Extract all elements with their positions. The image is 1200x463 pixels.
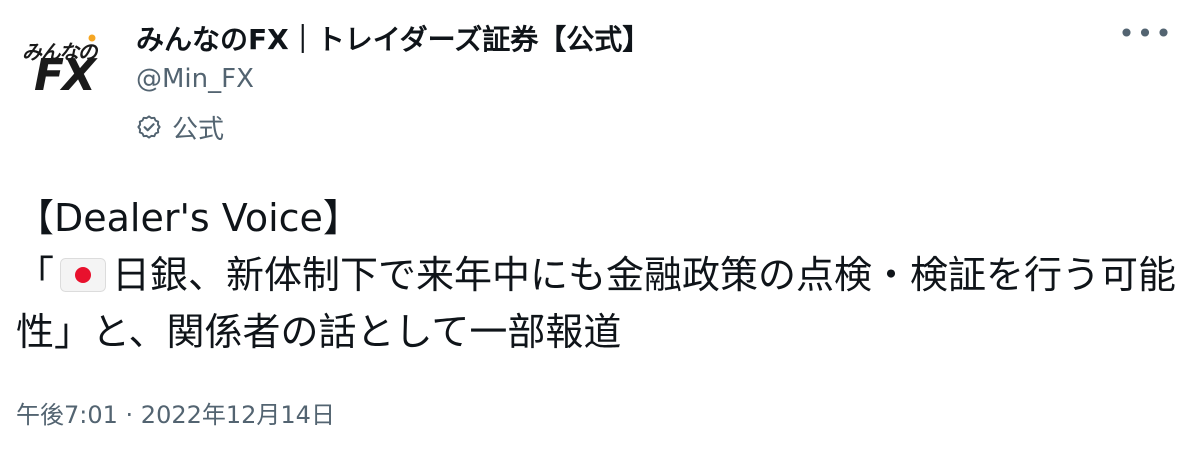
avatar-logo-fx: FX: [34, 50, 96, 101]
japan-flag-icon: [60, 258, 107, 292]
official-badge-icon: [137, 115, 161, 139]
official-badge: 公式: [136, 110, 225, 145]
quote-open: 「: [16, 253, 55, 297]
tweet-text: 【Dealer's Voice】 「日銀、新体制下で来年中にも金融政策の点検・検…: [16, 190, 1186, 361]
meta-separator: ·: [117, 401, 141, 429]
more-options-icon: •••: [1118, 17, 1174, 50]
tweet-time[interactable]: 午後7:01: [16, 401, 118, 429]
tweet-body: 日銀、新体制下で来年中にも金融政策の点検・検証を行う可能性」と、関係者の話として…: [16, 253, 1177, 354]
more-options-button[interactable]: •••: [1118, 20, 1172, 48]
tweet-timestamp[interactable]: 午後7:01 · 2022年12月14日: [16, 398, 335, 432]
avatar[interactable]: みんなの FX: [16, 24, 112, 120]
display-name[interactable]: みんなのFX｜トレイダーズ証券【公式】: [136, 22, 650, 58]
tweet-line-1: 【Dealer's Voice】: [16, 196, 361, 240]
tweet-date[interactable]: 2022年12月14日: [141, 401, 335, 429]
user-handle[interactable]: @Min_FX: [136, 62, 254, 96]
official-label: 公式: [172, 114, 225, 145]
